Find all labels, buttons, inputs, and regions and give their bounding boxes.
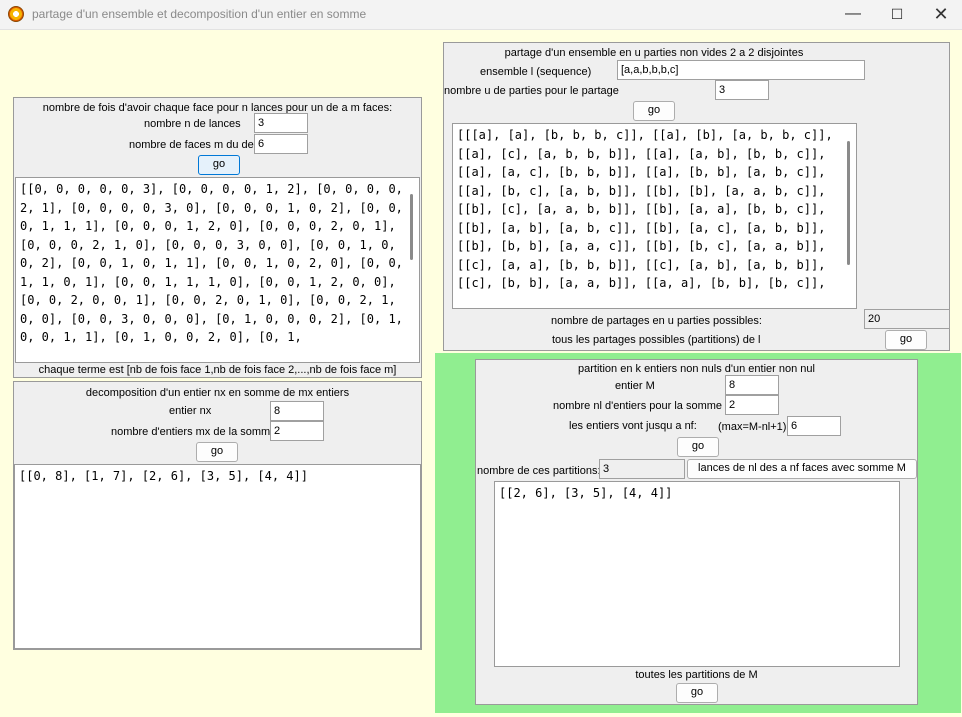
window-title: partage d'un ensemble et decomposition d… bbox=[32, 7, 367, 21]
partition-all-go-button[interactable]: go bbox=[676, 683, 718, 703]
partition-count-value: 3 bbox=[599, 459, 685, 479]
partage-count-label: nombre de partages en u parties possible… bbox=[551, 315, 762, 327]
partition-count-label: nombre de ces partitions: bbox=[477, 465, 601, 477]
partage-scrollbar[interactable] bbox=[847, 141, 850, 265]
partition-panel: partition en k entiers non nuls d'un ent… bbox=[475, 359, 918, 705]
partage-all-label: tous les partages possibles (partitions)… bbox=[552, 334, 761, 346]
partage-all-go-button[interactable]: go bbox=[885, 330, 927, 350]
partage-u-label: nombre u de parties pour le partage bbox=[444, 85, 619, 97]
close-button[interactable]: ✕ bbox=[918, 0, 962, 30]
decomp-panel: decomposition d'un entier nx en somme de… bbox=[13, 381, 422, 650]
partition-result-textarea[interactable]: [[2, 6], [3, 5], [4, 4]] bbox=[494, 481, 900, 667]
partition-all-label: toutes les partitions de M bbox=[635, 669, 758, 681]
partition-nl-label: nombre nl d'entiers pour la somme bbox=[553, 400, 723, 412]
minimize-button[interactable]: — bbox=[830, 0, 876, 30]
partage-set-input[interactable]: [a,a,b,b,b,c] bbox=[617, 60, 865, 80]
dice-m-label: nombre de faces m du de bbox=[129, 139, 254, 151]
decomp-nx-input[interactable]: 8 bbox=[270, 401, 324, 421]
partition-nl-input[interactable]: 2 bbox=[725, 395, 779, 415]
dice-n-input[interactable]: 3 bbox=[254, 113, 308, 133]
decomp-go-button[interactable]: go bbox=[196, 442, 238, 462]
dice-m-input[interactable]: 6 bbox=[254, 134, 308, 154]
partition-nf-input[interactable]: 6 bbox=[787, 416, 841, 436]
dice-scrollbar[interactable] bbox=[410, 194, 413, 260]
partition-heading: partition en k entiers non nuls d'un ent… bbox=[578, 363, 815, 375]
decomp-result-textarea[interactable]: [[0, 8], [1, 7], [2, 6], [3, 5], [4, 4]] bbox=[14, 464, 421, 649]
partage-go-button[interactable]: go bbox=[633, 101, 675, 121]
partage-panel: partage d'un ensemble en u parties non v… bbox=[443, 42, 950, 351]
partage-u-input[interactable]: 3 bbox=[715, 80, 769, 100]
partition-nf-label: les entiers vont jusqu a nf: bbox=[569, 420, 697, 432]
partage-heading: partage d'un ensemble en u parties non v… bbox=[504, 47, 804, 59]
partition-M-input[interactable]: 8 bbox=[725, 375, 779, 395]
maximize-button[interactable]: ☐ bbox=[874, 0, 920, 30]
partition-go-button[interactable]: go bbox=[677, 437, 719, 457]
dice-heading: nombre de fois d'avoir chaque face pour … bbox=[42, 102, 393, 114]
title-bar: partage d'un ensemble et decomposition d… bbox=[0, 0, 962, 30]
dice-result-textarea[interactable]: [[0, 0, 0, 0, 0, 3], [0, 0, 0, 0, 1, 2],… bbox=[15, 177, 420, 363]
dice-n-label: nombre n de lances bbox=[144, 118, 241, 130]
app-icon bbox=[8, 6, 24, 22]
partage-count-value: 20 bbox=[864, 309, 950, 329]
decomp-mx-label: nombre d'entiers mx de la somme bbox=[111, 426, 277, 438]
dice-panel: nombre de fois d'avoir chaque face pour … bbox=[13, 97, 422, 378]
partage-set-label: ensemble l (sequence) bbox=[480, 66, 592, 78]
partition-nf-hint: (max=M-nl+1) bbox=[718, 421, 787, 433]
decomp-heading: decomposition d'un entier nx en somme de… bbox=[85, 387, 350, 399]
partage-result-textarea[interactable]: [[[a], [a], [b, b, b, c]], [[a], [b], [a… bbox=[452, 123, 857, 309]
partition-M-label: entier M bbox=[615, 380, 655, 392]
dice-footer: chaque terme est [nb de fois face 1,nb d… bbox=[38, 364, 397, 376]
decomp-nx-label: entier nx bbox=[169, 405, 212, 417]
dice-go-button[interactable]: go bbox=[198, 155, 240, 175]
decomp-mx-input[interactable]: 2 bbox=[270, 421, 324, 441]
partition-dice-button[interactable]: lances de nl des a nf faces avec somme M bbox=[687, 459, 917, 479]
